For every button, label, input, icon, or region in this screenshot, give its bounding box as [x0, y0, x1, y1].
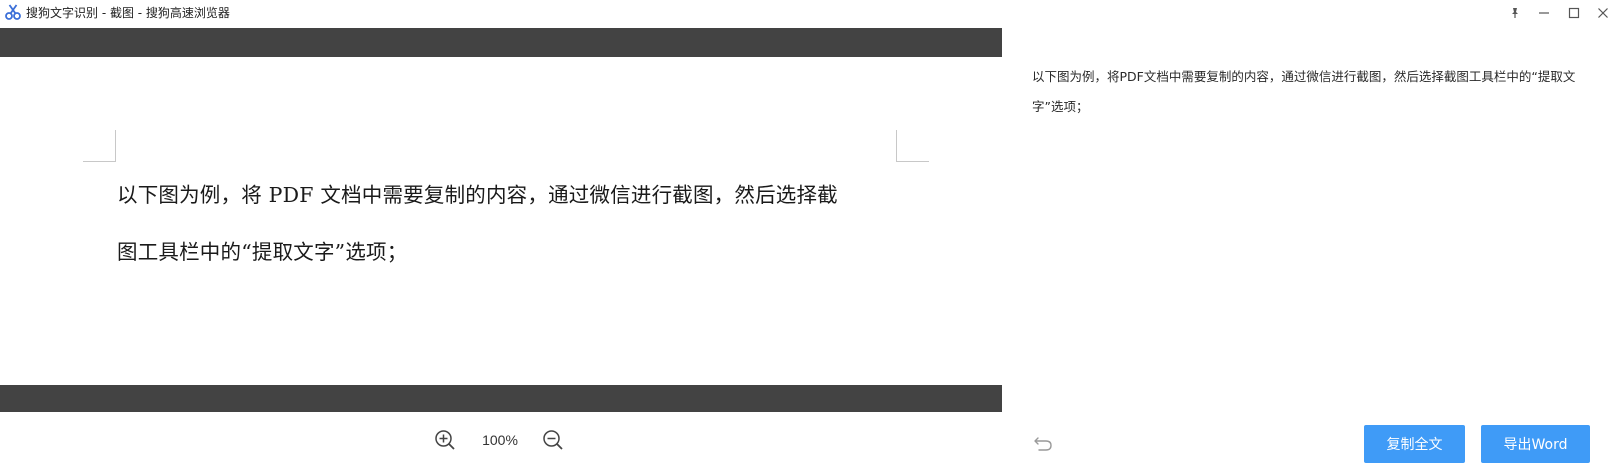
copy-all-button[interactable]: 复制全文 [1364, 425, 1465, 463]
preview-top-band [0, 28, 1002, 57]
zoom-controls: 100% [0, 412, 1002, 469]
zoom-in-icon[interactable] [433, 428, 457, 452]
zoom-level: 100% [482, 432, 518, 448]
title-bar: 搜狗文字识别 - 截图 - 搜狗高速浏览器 [0, 0, 1619, 26]
undo-icon[interactable] [1032, 432, 1054, 454]
ocr-result-text[interactable]: 以下图为例，将PDF文档中需要复制的内容，通过微信进行截图，然后选择截图工具栏中… [1032, 62, 1592, 122]
screenshot-preview: 以下图为例，将 PDF 文档中需要复制的内容，通过微信进行截图，然后选择截 图工… [0, 28, 1002, 412]
zoom-out-icon[interactable] [541, 428, 565, 452]
crop-mark-top-left [83, 130, 116, 162]
captured-text-line-1: 以下图为例，将 PDF 文档中需要复制的内容，通过微信进行截图，然后选择截 [117, 183, 838, 207]
minimize-icon[interactable] [1531, 2, 1557, 24]
captured-text-line-2: 图工具栏中的“提取文字”选项； [117, 240, 408, 264]
preview-bottom-band [0, 385, 1002, 412]
crop-mark-top-right [896, 130, 929, 162]
maximize-icon[interactable] [1561, 2, 1587, 24]
ocr-result-pane: 以下图为例，将PDF文档中需要复制的内容，通过微信进行截图，然后选择截图工具栏中… [1002, 28, 1619, 469]
window-title: 搜狗文字识别 - 截图 - 搜狗高速浏览器 [26, 6, 230, 20]
export-word-button[interactable]: 导出Word [1481, 425, 1590, 463]
close-icon[interactable] [1590, 2, 1616, 24]
scissors-icon [4, 3, 22, 21]
captured-page: 以下图为例，将 PDF 文档中需要复制的内容，通过微信进行截图，然后选择截 图工… [0, 57, 1002, 385]
pin-icon[interactable] [1502, 2, 1528, 24]
